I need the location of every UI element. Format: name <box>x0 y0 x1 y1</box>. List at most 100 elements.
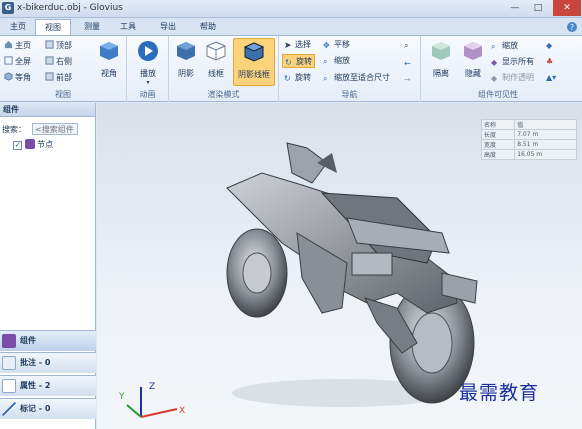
app-window: G x-bikerduc.obj - Glovius — □ ✕ 主页 视图 测… <box>0 0 582 429</box>
tab-view[interactable]: 视图 <box>35 19 71 35</box>
properties-tab-button[interactable]: 属性 - 2 <box>0 375 96 396</box>
properties-icon <box>2 379 16 393</box>
zoom-fit-button[interactable]: ⌕ 缩放至适合尺寸 <box>323 71 390 85</box>
node-checkbox[interactable]: ✓ <box>13 141 22 150</box>
view-group: 主页 顶部 全屏 右侧 等角 前部 视角 视图 <box>0 36 127 102</box>
visibility-group-label: 组件可见性 <box>478 90 518 99</box>
zoom-window-icon[interactable]: ⌕ <box>404 39 408 53</box>
shaded-cube-icon <box>177 42 195 60</box>
maximize-button[interactable]: □ <box>528 0 548 16</box>
make-transparent-button[interactable]: ◆ 制作透明 <box>491 71 534 85</box>
wireframe-cube-icon <box>206 41 226 61</box>
render-mode-group: 阴影 线框 阴影线框 渲染模式 <box>169 36 279 102</box>
isolate-button[interactable]: 隔离 <box>427 40 455 79</box>
pan-button[interactable]: ✥ 平移 <box>323 38 350 52</box>
model-info-table: 名称值 长度 7.07 m 宽度 8.51 m 高度 16.05 m <box>480 119 577 160</box>
top-view-button[interactable]: 顶部 <box>45 39 72 53</box>
cube-top-icon <box>45 40 54 49</box>
search-label: 搜索： <box>2 125 26 134</box>
right-view-button[interactable]: 右侧 <box>45 55 72 69</box>
navigation-group: ➤ 选择 ✥ 平移 ↻ 旋转 ⌕ 缩放 ↻ 旋转 ⌕ 缩放至适合尺寸 导航 <box>279 36 421 102</box>
markups-tab-button[interactable]: 标记 - 0 <box>0 398 96 419</box>
fullscreen-icon <box>4 56 13 65</box>
table-row: 名称值 <box>480 119 577 130</box>
z-axis-label: Z <box>149 382 155 392</box>
hide-button[interactable]: 隐藏 <box>459 40 487 79</box>
show-all-icon: ◆ <box>491 58 498 67</box>
axis-triad: Z X Y <box>118 382 185 418</box>
house-icon <box>4 40 13 49</box>
fullscreen-button[interactable]: 全屏 <box>4 55 31 69</box>
cursor-icon: ➤ <box>284 41 292 51</box>
play-button[interactable]: 播放 ▾ <box>133 40 163 86</box>
front-view-button[interactable]: 前部 <box>45 71 72 85</box>
isolate-icon <box>432 42 450 60</box>
node-icon <box>24 139 35 149</box>
cube-right-icon <box>45 56 54 65</box>
tab-help[interactable]: 帮助 <box>193 19 223 35</box>
tab-home[interactable]: 主页 <box>4 19 32 35</box>
components-panel-header: 组件 <box>0 103 95 117</box>
shaded-button[interactable]: 阴影 <box>172 40 200 79</box>
iso-icon <box>4 72 13 81</box>
transparent-icon: ◆ <box>491 74 498 83</box>
cube-view-icon <box>100 42 118 60</box>
window-title: x-bikerduc.obj - Glovius <box>17 3 123 13</box>
3d-viewport[interactable]: 名称值 长度 7.07 m 宽度 8.51 m 高度 16.05 m Z X Y 最需… <box>97 103 582 429</box>
color-icon[interactable]: ◆ <box>546 39 552 53</box>
hide-icon <box>464 42 482 60</box>
close-button[interactable]: ✕ <box>553 0 581 16</box>
zoom-icon: ⌕ <box>323 57 328 66</box>
component-search-input[interactable] <box>32 123 78 135</box>
shaded-wireframe-button[interactable]: 阴影线框 <box>233 38 275 86</box>
visibility-group: 隔离 隐藏 ⌕ 缩放 ◆ 显示所有 ◆ 制作透明 ◆ ♣ ▲▾ 组件可见性 <box>421 36 575 102</box>
annotation-icon <box>2 356 16 370</box>
home-view-button[interactable]: 主页 <box>4 39 31 53</box>
iso-view-button[interactable]: 等角 <box>4 71 31 85</box>
zoom-button[interactable]: ⌕ 缩放 <box>323 54 350 68</box>
back-arrow-icon[interactable]: ← <box>404 57 411 71</box>
markup-pen-icon <box>2 402 16 416</box>
zoom-to-component-button[interactable]: ⌕ 缩放 <box>491 39 518 53</box>
zoom-fit-icon: ⌕ <box>323 74 328 83</box>
component-tree: ✓ 节点 <box>13 139 53 150</box>
tab-measure[interactable]: 测量 <box>77 19 107 35</box>
components-panel: 组件 搜索： ✓ 节点 组件 批注 - 0 属性 - 2 标记 - 0 <box>0 103 96 429</box>
search-row: 搜索： <box>2 123 78 135</box>
view-group-label: 视图 <box>55 90 71 99</box>
cube-front-icon <box>45 72 54 81</box>
view-angle-button[interactable]: 视角 <box>94 40 124 79</box>
watermark: 最需教育 <box>459 382 540 404</box>
rotate-button[interactable]: ↻ 旋转 <box>284 71 311 85</box>
rotate2-icon: ↻ <box>284 74 291 83</box>
shaded-wireframe-cube-icon <box>243 42 265 62</box>
nav-side-tools: ⌕ ← → <box>401 36 421 102</box>
wireframe-button[interactable]: 线框 <box>202 40 230 79</box>
components-tab-button[interactable]: 组件 <box>0 330 96 351</box>
svg-text:?: ? <box>570 23 574 32</box>
fill-color-icon[interactable]: ▲▾ <box>546 71 556 85</box>
select-button[interactable]: ➤ 选择 <box>284 38 311 52</box>
minimize-button[interactable]: — <box>505 0 525 16</box>
zoom-small-icon: ⌕ <box>491 42 496 51</box>
palette-icon[interactable]: ♣ <box>546 55 553 69</box>
rotate-icon: ↻ <box>285 58 292 67</box>
play-icon <box>138 41 158 61</box>
pan-icon: ✥ <box>323 41 330 50</box>
y-axis-line <box>126 404 142 418</box>
show-all-button[interactable]: ◆ 显示所有 <box>491 55 534 69</box>
forward-arrow-icon[interactable]: → <box>404 73 411 87</box>
ribbon: 主页 顶部 全屏 右侧 等角 前部 视角 视图 播放 ▾ 动画 阴影 线框 阴影… <box>0 35 582 102</box>
app-icon[interactable]: G <box>2 2 14 14</box>
rotate-button-active[interactable]: ↻ 旋转 <box>282 54 315 68</box>
table-row: 高度 16.05 m <box>480 149 577 160</box>
help-icon[interactable]: ? <box>566 21 578 33</box>
annotations-tab-button[interactable]: 批注 - 0 <box>0 352 96 373</box>
animation-group-label: 动画 <box>139 90 156 99</box>
tab-export[interactable]: 导出 <box>153 19 183 35</box>
title-bar: G x-bikerduc.obj - Glovius — □ ✕ <box>0 0 582 18</box>
tab-tools[interactable]: 工具 <box>113 19 143 35</box>
table-row: 长度 7.07 m <box>480 129 577 140</box>
animation-group: 播放 ▾ 动画 <box>127 36 169 102</box>
tree-node-label[interactable]: 节点 <box>37 140 53 149</box>
